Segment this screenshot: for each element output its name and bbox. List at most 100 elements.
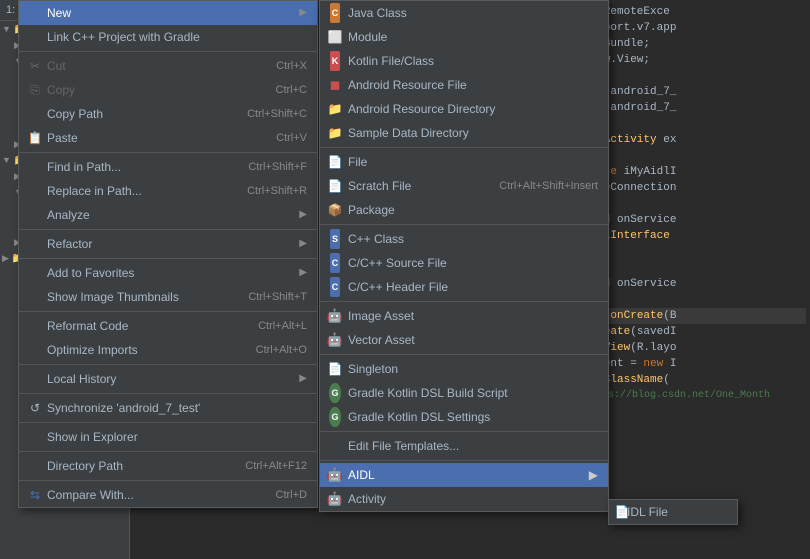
separator: [320, 354, 608, 355]
menu-separator: [19, 51, 317, 52]
submenu-item-label: Package: [348, 201, 395, 219]
context-menu-item-copy-path[interactable]: Copy Path Ctrl+Shift+C: [19, 102, 317, 126]
submenu-item-sample-data-dir[interactable]: 📁 Sample Data Directory: [320, 121, 608, 145]
menu-separator: [19, 229, 317, 230]
context-menu-item-copy[interactable]: ⎘ Copy Ctrl+C: [19, 78, 317, 102]
shortcut-label: Ctrl+X: [276, 57, 307, 75]
sync-icon: ↺: [27, 400, 43, 416]
context-menu-item-reformat[interactable]: Reformat Code Ctrl+Alt+L: [19, 314, 317, 338]
context-menu-item-refactor[interactable]: Refactor ▶: [19, 232, 317, 256]
shortcut-label: Ctrl+Alt+L: [258, 317, 307, 335]
submenu-item-aidl[interactable]: 🤖 AIDL ▶: [320, 463, 608, 487]
submenu-item-label: Gradle Kotlin DSL Settings: [348, 408, 490, 426]
submenu-aidl-file[interactable]: 📄 AIDL File: [609, 500, 737, 524]
submenu-aidl: 📄 AIDL File: [608, 499, 738, 525]
shortcut-label: Ctrl+Alt+F12: [245, 457, 307, 475]
context-menu-item-new[interactable]: New ▶: [19, 1, 317, 25]
context-menu-item-find-in-path[interactable]: Find in Path... Ctrl+Shift+F: [19, 155, 317, 179]
context-menu-item-paste[interactable]: 📋 Paste Ctrl+V: [19, 126, 317, 150]
sample-data-dir-icon: 📁: [326, 125, 344, 141]
context-menu-item-add-favorites[interactable]: Add to Favorites ▶: [19, 261, 317, 285]
menu-item-label: Refactor: [47, 235, 92, 253]
context-menu-item-cut[interactable]: ✂ Cut Ctrl+X: [19, 54, 317, 78]
context-menu-item-analyze[interactable]: Analyze ▶: [19, 203, 317, 227]
compare-icon: ⇆: [27, 487, 43, 503]
cpp-header-icon: C: [326, 279, 344, 295]
menu-item-label: Local History: [47, 370, 116, 388]
submenu-item-android-res-dir[interactable]: 📁 Android Resource Directory: [320, 97, 608, 121]
scratch-file-icon: 📄: [326, 178, 344, 194]
menu-item-label: Show Image Thumbnails: [47, 288, 179, 306]
menu-separator: [19, 311, 317, 312]
separator: [320, 301, 608, 302]
file-icon: 📄: [326, 154, 344, 170]
aidl-submenu-arrow: ▶: [589, 466, 598, 484]
context-menu-item-show-thumbnails[interactable]: Show Image Thumbnails Ctrl+Shift+T: [19, 285, 317, 309]
aidl-file-icon: 📄: [613, 504, 631, 520]
submenu-item-module[interactable]: ⬜ Module: [320, 25, 608, 49]
context-menu-item-optimize-imports[interactable]: Optimize Imports Ctrl+Alt+O: [19, 338, 317, 362]
submenu-item-scratch-file[interactable]: 📄 Scratch File Ctrl+Alt+Shift+Insert: [320, 174, 608, 198]
shortcut-label: Ctrl+Shift+R: [247, 182, 307, 200]
submenu-item-java-class[interactable]: C Java Class: [320, 1, 608, 25]
copy-icon: ⎘: [27, 82, 43, 98]
context-menu: New ▶ Link C++ Project with Gradle ✂ Cut…: [18, 0, 318, 508]
menu-item-label: Analyze: [47, 206, 90, 224]
shortcut-label: Ctrl+Shift+C: [247, 105, 307, 123]
submenu-item-kotlin[interactable]: K Kotlin File/Class: [320, 49, 608, 73]
submenu-item-label: Module: [348, 28, 387, 46]
submenu-arrow: ▶: [299, 235, 307, 253]
menu-separator: [19, 364, 317, 365]
context-menu-item-compare-with[interactable]: ⇆ Compare With... Ctrl+D: [19, 483, 317, 507]
activity-icon: 🤖: [326, 491, 344, 507]
submenu-item-label: Singleton: [348, 360, 398, 378]
shortcut-label: Ctrl+Shift+F: [248, 158, 307, 176]
context-menu-item-link-cpp[interactable]: Link C++ Project with Gradle: [19, 25, 317, 49]
submenu-item-label: C++ Class: [348, 230, 404, 248]
context-menu-item-directory-path[interactable]: Directory Path Ctrl+Alt+F12: [19, 454, 317, 478]
separator: [320, 147, 608, 148]
context-menu-item-replace-in-path[interactable]: Replace in Path... Ctrl+Shift+R: [19, 179, 317, 203]
submenu-item-image-asset[interactable]: 🤖 Image Asset: [320, 304, 608, 328]
submenu-item-label: Android Resource File: [348, 76, 467, 94]
submenu-item-label: Sample Data Directory: [348, 124, 469, 142]
submenu-item-vector-asset[interactable]: 🤖 Vector Asset: [320, 328, 608, 352]
context-menu-item-show-explorer[interactable]: Show in Explorer: [19, 425, 317, 449]
menu-item-label: Optimize Imports: [47, 341, 138, 359]
context-menu-item-local-history[interactable]: Local History ▶: [19, 367, 317, 391]
submenu-item-label: Gradle Kotlin DSL Build Script: [348, 384, 508, 402]
submenu-item-gradle-kotlin-build[interactable]: G Gradle Kotlin DSL Build Script: [320, 381, 608, 405]
menu-separator: [19, 451, 317, 452]
paste-icon: 📋: [27, 130, 43, 146]
separator: [320, 460, 608, 461]
menu-item-label: Find in Path...: [47, 158, 121, 176]
cpp-source-icon: C: [326, 255, 344, 271]
cut-icon: ✂: [27, 58, 43, 74]
kotlin-icon: K: [326, 53, 344, 69]
submenu-item-activity[interactable]: 🤖 Activity: [320, 487, 608, 511]
gradle-settings-icon: G: [326, 409, 344, 425]
submenu-item-edit-templates[interactable]: Edit File Templates...: [320, 434, 608, 458]
submenu-item-package[interactable]: 📦 Package: [320, 198, 608, 222]
submenu-item-cpp-class[interactable]: S C++ Class: [320, 227, 608, 251]
submenu-item-label: Image Asset: [348, 307, 414, 325]
aidl-icon: 🤖: [326, 467, 344, 483]
submenu-item-singleton[interactable]: 📄 Singleton: [320, 357, 608, 381]
shortcut-label: Ctrl+Shift+T: [248, 288, 307, 306]
submenu-item-label: Android Resource Directory: [348, 100, 495, 118]
menu-item-label: Copy Path: [47, 105, 103, 123]
separator: [320, 431, 608, 432]
menu-item-label: Copy: [47, 81, 75, 99]
submenu-arrow: ▶: [299, 264, 307, 282]
submenu-item-cpp-source[interactable]: C C/C++ Source File: [320, 251, 608, 275]
submenu-item-label: C/C++ Source File: [348, 254, 447, 272]
package-icon: 📦: [326, 202, 344, 218]
submenu-item-file[interactable]: 📄 File: [320, 150, 608, 174]
submenu-new: C Java Class ⬜ Module K Kotlin File/Clas…: [319, 0, 609, 512]
submenu-item-cpp-header[interactable]: C C/C++ Header File: [320, 275, 608, 299]
submenu-item-gradle-kotlin-settings[interactable]: G Gradle Kotlin DSL Settings: [320, 405, 608, 429]
menu-item-label: New: [47, 4, 71, 22]
submenu-item-android-res-file[interactable]: ◼ Android Resource File: [320, 73, 608, 97]
context-menu-item-synchronize[interactable]: ↺ Synchronize 'android_7_test': [19, 396, 317, 420]
submenu-arrow: ▶: [299, 370, 307, 388]
